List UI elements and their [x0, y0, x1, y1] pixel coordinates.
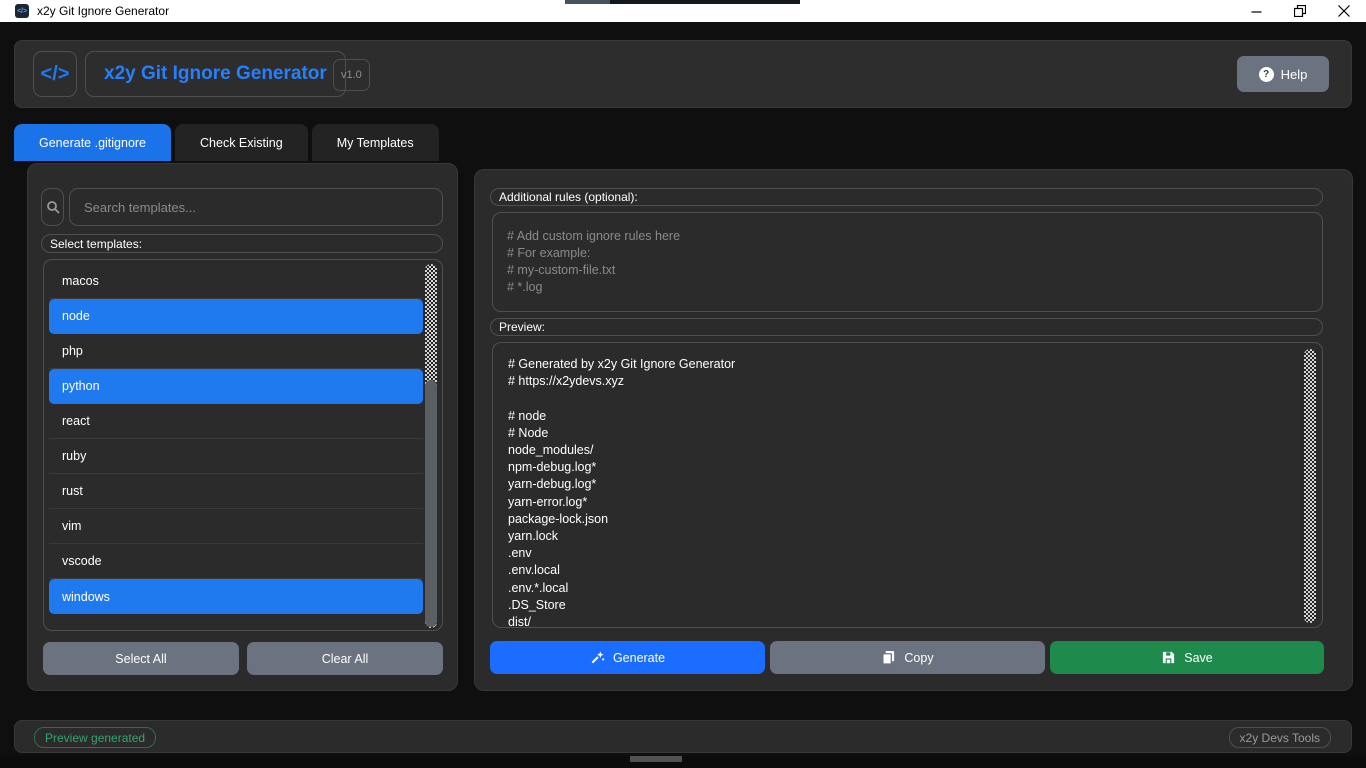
search-icon: [46, 200, 60, 214]
restore-icon: [1294, 5, 1306, 17]
scrollbar-thumb[interactable]: [1304, 349, 1316, 399]
scrollbar-thumb[interactable]: [425, 380, 437, 627]
status-text: Preview generated: [45, 731, 145, 745]
preview-content: # Generated by x2y Git Ignore Generator …: [508, 356, 1292, 627]
template-label: react: [62, 414, 90, 428]
preview-label-text: Preview:: [499, 320, 545, 334]
help-label: Help: [1281, 67, 1308, 82]
select-all-button[interactable]: Select All: [43, 642, 239, 675]
window-title: x2y Git Ignore Generator: [37, 4, 169, 18]
save-button[interactable]: Save: [1050, 641, 1324, 674]
template-item-vim[interactable]: vim: [49, 509, 423, 544]
brand-text: x2y Devs Tools: [1240, 731, 1320, 745]
template-label: ruby: [62, 449, 86, 463]
template-label: php: [62, 344, 83, 358]
status-bar: Preview generated x2y Devs Tools: [14, 720, 1352, 753]
tab-generate-gitignore[interactable]: Generate .gitignore: [14, 124, 171, 161]
save-label: Save: [1184, 651, 1213, 665]
version-badge: v1.0: [333, 59, 370, 91]
minimize-button[interactable]: [1234, 0, 1278, 22]
minimize-icon: [1251, 6, 1262, 17]
template-list: macos node php python react ruby rust vi…: [43, 259, 443, 631]
app-header: </> x2y Git Ignore Generator v1.0 ? Help: [14, 40, 1352, 108]
preview-label: Preview:: [490, 318, 1323, 336]
template-item-windows[interactable]: windows: [49, 579, 423, 614]
tab-label: My Templates: [337, 136, 414, 150]
restore-button[interactable]: [1278, 0, 1322, 22]
templates-panel: Select templates: macos node php python …: [27, 163, 458, 691]
close-icon: [1338, 5, 1350, 17]
template-item-react[interactable]: react: [49, 404, 423, 439]
clear-all-button[interactable]: Clear All: [247, 642, 443, 675]
copy-label: Copy: [904, 651, 933, 665]
generate-button[interactable]: Generate: [490, 641, 765, 674]
app-icon: </>: [15, 4, 29, 18]
copy-icon: [881, 650, 896, 665]
template-item-rust[interactable]: rust: [49, 474, 423, 509]
select-templates-text: Select templates:: [50, 237, 142, 251]
template-item-vscode[interactable]: vscode: [49, 544, 423, 579]
question-icon: ?: [1259, 67, 1274, 82]
template-label: rust: [62, 484, 83, 498]
preview-box[interactable]: # Generated by x2y Git Ignore Generator …: [492, 342, 1323, 628]
tab-label: Generate .gitignore: [39, 136, 146, 150]
status-badge: Preview generated: [34, 727, 156, 748]
additional-rules-label: Additional rules (optional):: [490, 188, 1323, 206]
app-window: </> x2y Git Ignore Generator v1.0 ? Help…: [0, 22, 1366, 756]
template-label: windows: [62, 590, 110, 604]
template-item-node[interactable]: node: [49, 299, 423, 334]
template-label: node: [62, 309, 90, 323]
version-label: v1.0: [341, 69, 362, 81]
template-label: vscode: [62, 554, 102, 568]
background-window-edge-accent: [565, 0, 610, 4]
brand-badge: x2y Devs Tools: [1229, 727, 1331, 748]
tab-check-existing[interactable]: Check Existing: [175, 124, 308, 161]
additional-rules-text: Additional rules (optional):: [499, 190, 638, 204]
close-button[interactable]: [1322, 0, 1366, 22]
search-input[interactable]: [69, 188, 443, 226]
select-all-label: Select All: [115, 652, 166, 666]
help-button[interactable]: ? Help: [1237, 56, 1329, 92]
tab-label: Check Existing: [200, 136, 283, 150]
template-label: macos: [62, 274, 99, 288]
output-panel: Additional rules (optional): Preview: # …: [474, 169, 1353, 691]
template-label: vim: [62, 519, 81, 533]
template-item-ruby[interactable]: ruby: [49, 439, 423, 474]
app-title-box: x2y Git Ignore Generator: [85, 51, 346, 97]
taskbar-edge: [0, 756, 1366, 768]
select-templates-label: Select templates:: [41, 234, 443, 253]
taskbar-segment: [630, 756, 682, 762]
search-icon-box: [41, 188, 64, 226]
save-icon: [1161, 650, 1176, 665]
template-item-macos[interactable]: macos: [49, 264, 423, 299]
template-list-scrollbar[interactable]: [425, 264, 437, 628]
tab-bar: Generate .gitignore Check Existing My Te…: [14, 124, 439, 161]
code-icon: </>: [41, 63, 70, 86]
app-logo: </>: [33, 51, 77, 97]
additional-rules-input[interactable]: [492, 212, 1323, 312]
template-item-python[interactable]: python: [49, 369, 423, 404]
app-title: x2y Git Ignore Generator: [104, 63, 327, 85]
magic-wand-icon: [590, 650, 605, 665]
template-item-php[interactable]: php: [49, 334, 423, 369]
clear-all-label: Clear All: [322, 652, 369, 666]
copy-button[interactable]: Copy: [770, 641, 1045, 674]
generate-label: Generate: [613, 651, 665, 665]
preview-scrollbar[interactable]: [1304, 349, 1316, 623]
template-label: python: [62, 379, 100, 393]
template-rows: macos node php python react ruby rust vi…: [49, 264, 423, 614]
tab-my-templates[interactable]: My Templates: [312, 124, 439, 161]
